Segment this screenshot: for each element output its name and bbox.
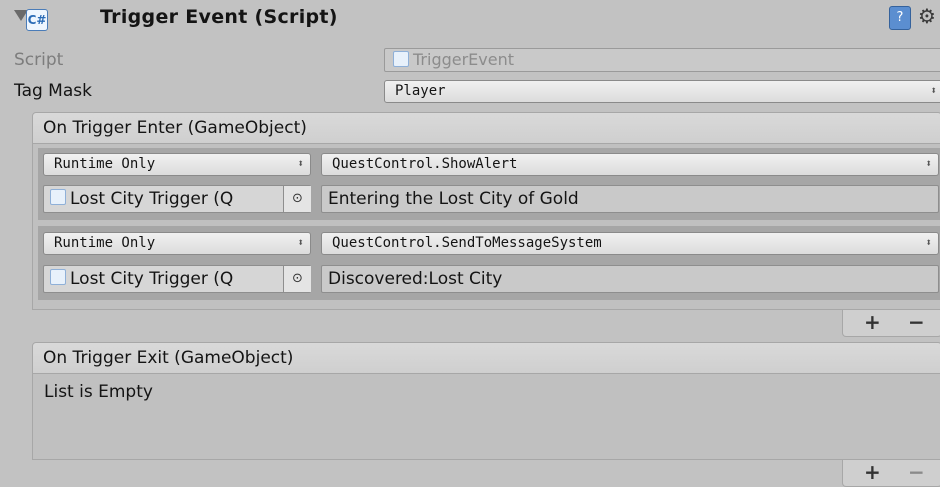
list-footer xyxy=(842,460,940,487)
method-value: QuestControl.SendToMessageSystem xyxy=(332,235,602,251)
argument-input[interactable]: Discovered:Lost City xyxy=(321,265,939,293)
runtime-mode-dropdown[interactable]: Runtime Only ⬍ xyxy=(43,153,311,176)
gear-icon[interactable]: ⚙ xyxy=(918,4,936,28)
dropdown-arrow-icon: ⬍ xyxy=(297,236,304,249)
script-icon xyxy=(393,51,409,67)
tagmask-label: Tag Mask xyxy=(14,81,92,101)
method-dropdown[interactable]: QuestControl.SendToMessageSystem ⬍ xyxy=(321,232,939,255)
target-value: Lost City Trigger (Q xyxy=(70,189,234,209)
target-object-field[interactable]: Lost City Trigger (Q xyxy=(43,265,311,293)
object-picker-icon[interactable]: ⊙ xyxy=(283,186,311,212)
argument-input[interactable]: Entering the Lost City of Gold xyxy=(321,185,939,213)
method-value: QuestControl.ShowAlert xyxy=(332,156,518,172)
dropdown-arrow-icon: ⬍ xyxy=(297,157,304,170)
script-label: Script xyxy=(14,50,64,70)
on-trigger-exit-header: On Trigger Exit (GameObject) xyxy=(32,342,940,374)
dropdown-arrow-icon: ⬍ xyxy=(930,84,937,97)
script-value: TriggerEvent xyxy=(413,50,515,69)
remove-button[interactable]: − xyxy=(908,310,925,334)
script-icon xyxy=(50,189,66,205)
runtime-mode-dropdown[interactable]: Runtime Only ⬍ xyxy=(43,232,311,255)
on-trigger-exit-list xyxy=(32,374,940,460)
remove-button[interactable]: − xyxy=(908,460,925,484)
dropdown-arrow-icon: ⬍ xyxy=(925,236,932,249)
component-header: C# Trigger Event (Script) ? ⚙ xyxy=(0,0,940,44)
on-trigger-enter-header: On Trigger Enter (GameObject) xyxy=(32,112,940,144)
script-icon xyxy=(50,269,66,285)
add-button[interactable]: + xyxy=(864,460,881,484)
tagmask-value: Player xyxy=(395,83,446,99)
script-field: TriggerEvent xyxy=(384,48,940,72)
runtime-mode-value: Runtime Only xyxy=(54,156,156,172)
method-dropdown[interactable]: QuestControl.ShowAlert ⬍ xyxy=(321,153,939,176)
target-object-field[interactable]: Lost City Trigger (Q xyxy=(43,185,311,213)
component-title: Trigger Event (Script) xyxy=(100,6,338,28)
add-button[interactable]: + xyxy=(864,310,881,334)
dropdown-arrow-icon: ⬍ xyxy=(925,157,932,170)
empty-list-text: List is Empty xyxy=(44,382,153,402)
target-value: Lost City Trigger (Q xyxy=(70,269,234,289)
script-icon: C# xyxy=(26,9,48,31)
help-icon[interactable]: ? xyxy=(889,6,911,30)
object-picker-icon[interactable]: ⊙ xyxy=(283,266,311,292)
runtime-mode-value: Runtime Only xyxy=(54,235,156,251)
list-footer xyxy=(842,310,940,337)
tagmask-dropdown[interactable]: Player ⬍ xyxy=(384,80,940,103)
